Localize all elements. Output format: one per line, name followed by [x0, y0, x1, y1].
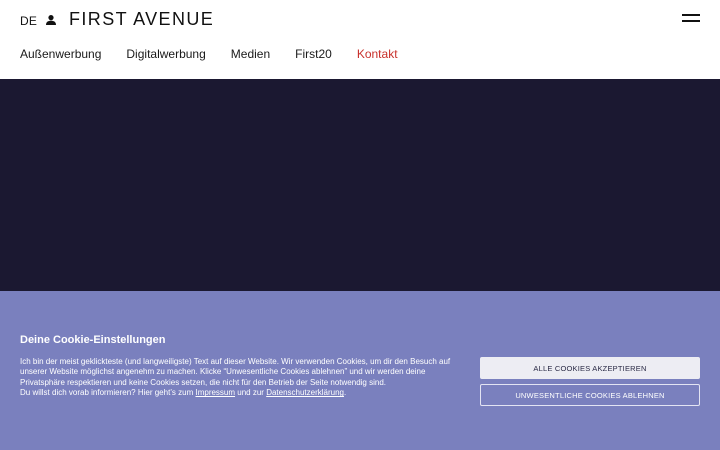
nav-item-aussenwerbung[interactable]: Außenwerbung — [20, 47, 101, 63]
cookie-banner: Deine Cookie-Einstellungen Ich bin der m… — [0, 291, 720, 450]
cookie-title: Deine Cookie-Einstellungen — [20, 334, 166, 346]
nav-item-digitalwerbung[interactable]: Digitalwerbung — [126, 47, 205, 63]
privacy-link[interactable]: Datenschutzerklärung — [266, 388, 344, 397]
cookie-text: Ich bin der meist geklickteste (und lang… — [20, 357, 465, 399]
decline-cookies-button[interactable]: UNWESENTLICHE COOKIES ABLEHNEN — [480, 384, 700, 406]
logo[interactable]: FIRST AVENUE — [69, 9, 214, 30]
nav-item-kontakt[interactable]: Kontakt — [357, 47, 398, 63]
cookie-text-connector: und zur — [235, 388, 267, 398]
nav-item-first20[interactable]: First20 — [295, 47, 332, 63]
language-switch[interactable]: DE — [20, 14, 37, 28]
cookie-text-info: Du willst dich vorab informieren? Hier g… — [20, 388, 196, 398]
user-icon[interactable] — [45, 14, 57, 26]
hero-section — [0, 79, 720, 291]
cookie-text-end: . — [344, 388, 347, 398]
site-header: DE FIRST AVENUE Außenwerbung Digitalwerb… — [0, 0, 720, 79]
cookie-text-main: Ich bin der meist geklickteste (und lang… — [20, 357, 451, 387]
main-nav: Außenwerbung Digitalwerbung Medien First… — [20, 47, 423, 63]
nav-item-medien[interactable]: Medien — [231, 47, 270, 63]
impressum-link[interactable]: Impressum — [195, 388, 235, 397]
accept-all-cookies-button[interactable]: ALLE COOKIES AKZEPTIEREN — [480, 357, 700, 379]
hamburger-menu-icon[interactable] — [682, 14, 700, 26]
